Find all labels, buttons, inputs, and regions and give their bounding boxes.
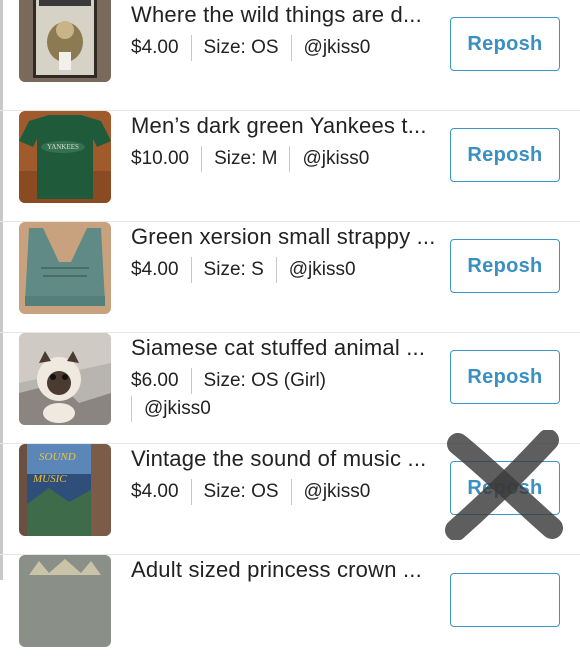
reposh-button[interactable]: Reposh <box>450 17 560 71</box>
separator <box>190 479 192 505</box>
listing-price: $4.00 <box>131 37 179 58</box>
listing-thumbnail[interactable]: YANKEES <box>19 111 111 203</box>
listing-title[interactable]: Adult sized princess crown ... <box>131 557 453 583</box>
separator <box>131 396 132 422</box>
svg-text:SOUND: SOUND <box>39 451 76 463</box>
listing-meta: $4.00 Size: OS @jkiss0 <box>131 479 371 506</box>
reposh-button[interactable] <box>450 573 560 627</box>
separator <box>275 257 277 283</box>
listing-thumbnail[interactable]: SOUND MUSIC <box>19 444 111 536</box>
reposh-button[interactable]: Reposh <box>450 461 560 515</box>
listing-seller[interactable]: @jkiss0 <box>304 36 371 60</box>
svg-text:MUSIC: MUSIC <box>32 473 67 485</box>
reposh-button[interactable]: Reposh <box>450 239 560 293</box>
listing-title[interactable]: Where the wild things are d... <box>131 2 453 28</box>
listing-seller[interactable]: @jkiss0 <box>304 480 371 504</box>
listing-size: Size: S <box>203 259 264 280</box>
dvd-cover-image <box>19 0 111 82</box>
listing-row[interactable]: YANKEES Men’s dark green Yankees t... $1… <box>0 111 580 222</box>
sports-bra-image <box>19 222 111 314</box>
listing-seller[interactable]: @jkiss0 <box>289 258 356 282</box>
vhs-cover-image: SOUND MUSIC <box>19 444 111 536</box>
reposh-button[interactable]: Reposh <box>450 128 560 182</box>
listing-title[interactable]: Men’s dark green Yankees t... <box>131 113 453 139</box>
listing-meta: $4.00 Size: OS @jkiss0 <box>131 35 371 62</box>
cat-plush-image <box>19 333 111 425</box>
separator <box>190 35 192 61</box>
listing-seller[interactable]: @jkiss0 <box>144 398 211 419</box>
listing-title[interactable]: Vintage the sound of music ... <box>131 446 453 472</box>
listing-row[interactable]: Siamese cat stuffed animal ... $6.00 Size… <box>0 333 580 444</box>
tshirt-image: YANKEES <box>19 111 111 203</box>
listing-meta: $4.00 Size: S @jkiss0 <box>131 257 356 284</box>
separator <box>290 35 292 61</box>
separator <box>190 257 192 283</box>
listing-row[interactable]: SOUND MUSIC Vintage the sound of music .… <box>0 444 580 555</box>
listing-price: $4.00 <box>131 259 179 280</box>
listing-price: $6.00 <box>131 370 179 391</box>
listing-meta: $6.00 Size: OS (Girl) <box>131 368 326 395</box>
listing-row[interactable]: Adult sized princess crown ... <box>0 555 580 666</box>
separator <box>289 146 291 172</box>
listing-thumbnail[interactable] <box>19 0 111 82</box>
listing-row[interactable]: Green xersion small strappy ... $4.00 Siz… <box>0 222 580 333</box>
listing-meta: $10.00 Size: M @jkiss0 <box>131 146 369 173</box>
listing-thumbnail[interactable] <box>19 333 111 425</box>
listing-seller[interactable]: @jkiss0 <box>302 147 369 171</box>
svg-text:YANKEES: YANKEES <box>47 143 79 151</box>
listing-size: Size: M <box>214 148 278 169</box>
listing-title[interactable]: Siamese cat stuffed animal ... <box>131 335 453 361</box>
separator <box>201 146 203 172</box>
crown-image <box>19 555 111 647</box>
listing-row[interactable]: Where the wild things are d... $4.00 Size… <box>0 0 580 111</box>
listing-size: Size: OS <box>203 481 279 502</box>
listing-price: $4.00 <box>131 481 179 502</box>
listing-title[interactable]: Green xersion small strappy ... <box>131 224 453 250</box>
listing-size: Size: OS (Girl) <box>203 370 326 391</box>
separator <box>190 368 192 394</box>
listing-thumbnail[interactable] <box>19 555 111 647</box>
listing-size: Size: OS <box>203 37 279 58</box>
listing-meta-second-line: @jkiss0 <box>131 396 211 423</box>
separator <box>290 479 292 505</box>
listing-thumbnail[interactable] <box>19 222 111 314</box>
listing-price: $10.00 <box>131 148 190 169</box>
reposh-button[interactable]: Reposh <box>450 350 560 404</box>
